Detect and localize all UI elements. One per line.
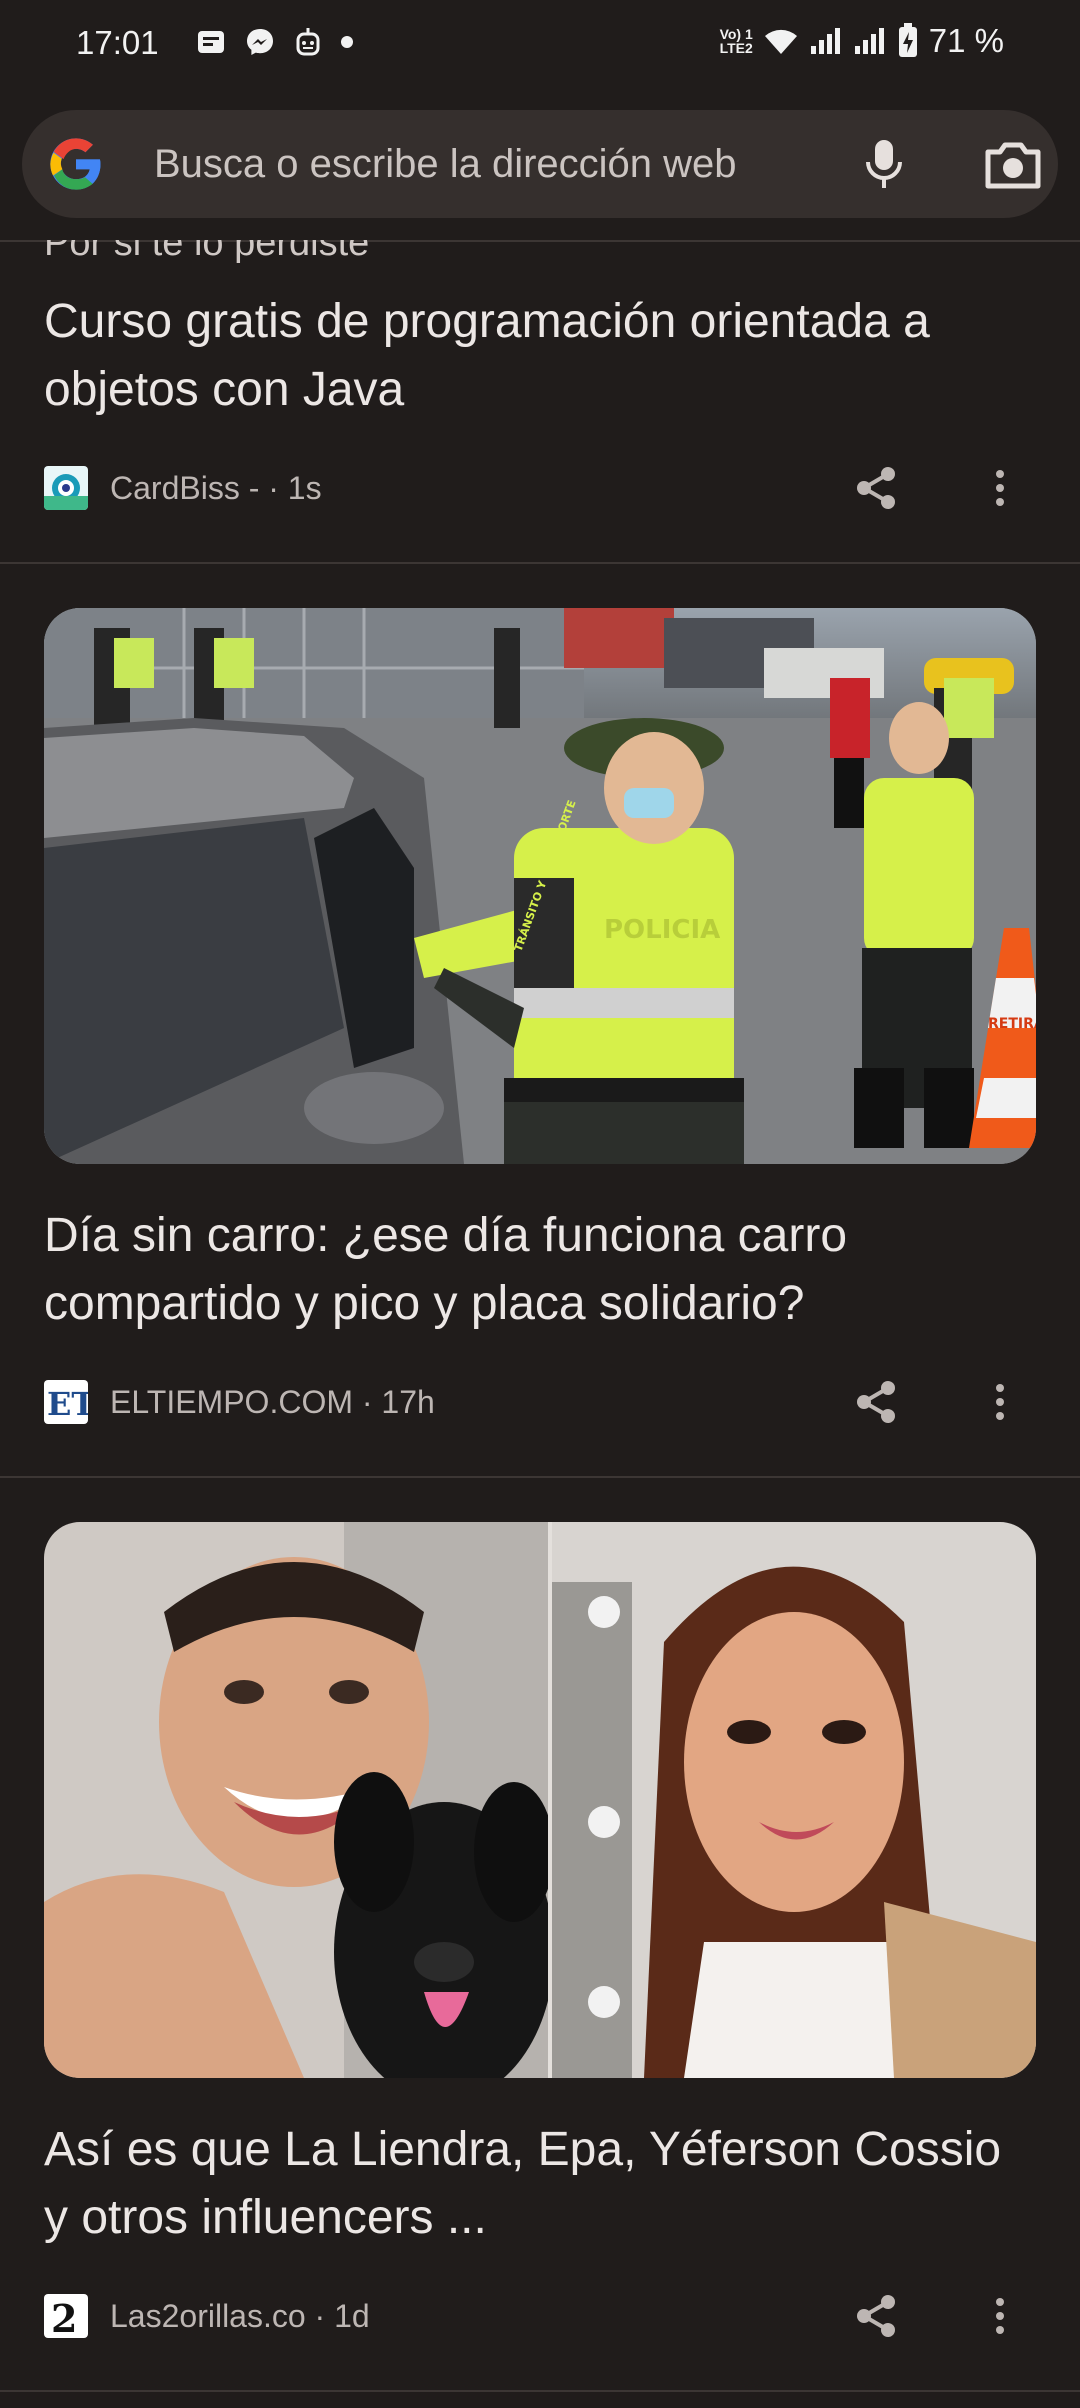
bot-notification-icon bbox=[296, 28, 320, 56]
google-logo bbox=[50, 138, 101, 190]
source-label[interactable]: Las2orillas.co · 1d bbox=[110, 2298, 370, 2335]
article-divider bbox=[0, 1476, 1080, 1478]
signal-icon-sim2 bbox=[854, 28, 884, 54]
svg-text:2: 2 bbox=[51, 2296, 77, 2338]
more-vert-icon[interactable] bbox=[990, 2292, 1010, 2340]
wifi-icon bbox=[764, 29, 797, 54]
share-icon[interactable] bbox=[852, 2292, 900, 2340]
messenger-icon bbox=[247, 29, 273, 55]
article-meta: 2 Las2orillas.co · 1d bbox=[44, 2292, 1036, 2340]
las2orillas-logo: 2 bbox=[44, 2294, 88, 2338]
influencers-photo bbox=[44, 1522, 1036, 2078]
article-title[interactable]: Así es que La Liendra, Epa, Yéferson Cos… bbox=[44, 2116, 1034, 2252]
article-meta: CardBiss - · 1s bbox=[44, 464, 1036, 512]
search-bar[interactable] bbox=[22, 110, 1058, 218]
article-divider bbox=[0, 562, 1080, 564]
battery-charging-icon bbox=[898, 23, 917, 57]
system-status-icons: Vo) 1 LTE2 71 % bbox=[720, 22, 1004, 60]
traffic-police-photo: POLICIA TRÁNSITO Y TRANSPORTE RETIRA bbox=[44, 608, 1036, 1164]
article-meta: ET ELTIEMPO.COM · 17h bbox=[44, 1378, 1036, 1426]
battery-percentage: 71 % bbox=[928, 22, 1004, 59]
article-title[interactable]: Curso gratis de programación orientada a… bbox=[44, 288, 1034, 424]
cardbiss-logo bbox=[44, 466, 88, 510]
search-input[interactable] bbox=[154, 138, 834, 190]
status-time: 17:01 bbox=[76, 24, 159, 61]
article-image[interactable]: POLICIA TRÁNSITO Y TRANSPORTE RETIRA bbox=[44, 608, 1036, 1164]
signal-icon-sim1 bbox=[810, 28, 840, 54]
camera-icon[interactable] bbox=[982, 138, 1044, 192]
svg-text:ET: ET bbox=[47, 1385, 88, 1423]
source-label[interactable]: CardBiss - · 1s bbox=[110, 470, 322, 507]
source-label[interactable]: ELTIEMPO.COM · 17h bbox=[110, 1384, 435, 1421]
more-vert-icon[interactable] bbox=[990, 464, 1010, 512]
share-icon[interactable] bbox=[852, 1378, 900, 1426]
article-title[interactable]: Día sin carro: ¿ese día funciona carro c… bbox=[44, 1202, 1034, 1338]
cone-text: RETIRA bbox=[988, 1016, 1036, 1032]
article-divider bbox=[0, 2390, 1080, 2392]
more-notifications-dot-icon bbox=[341, 36, 353, 48]
volte-indicator: Vo) 1 LTE2 bbox=[719, 26, 753, 56]
share-icon[interactable] bbox=[852, 464, 900, 512]
status-bar: 17:01 Vo) 1 LTE2 71 % bbox=[0, 0, 1080, 90]
notification-icons bbox=[196, 26, 354, 58]
mic-icon[interactable] bbox=[854, 134, 914, 194]
eltiempo-logo: ET bbox=[44, 1380, 88, 1424]
section-heading-partial: Por si te lo perdiste bbox=[44, 222, 370, 264]
vest-text: POLICIA bbox=[604, 915, 720, 945]
article-image[interactable] bbox=[44, 1522, 1036, 2078]
more-vert-icon[interactable] bbox=[990, 1378, 1010, 1426]
news-notification-icon bbox=[198, 31, 224, 53]
